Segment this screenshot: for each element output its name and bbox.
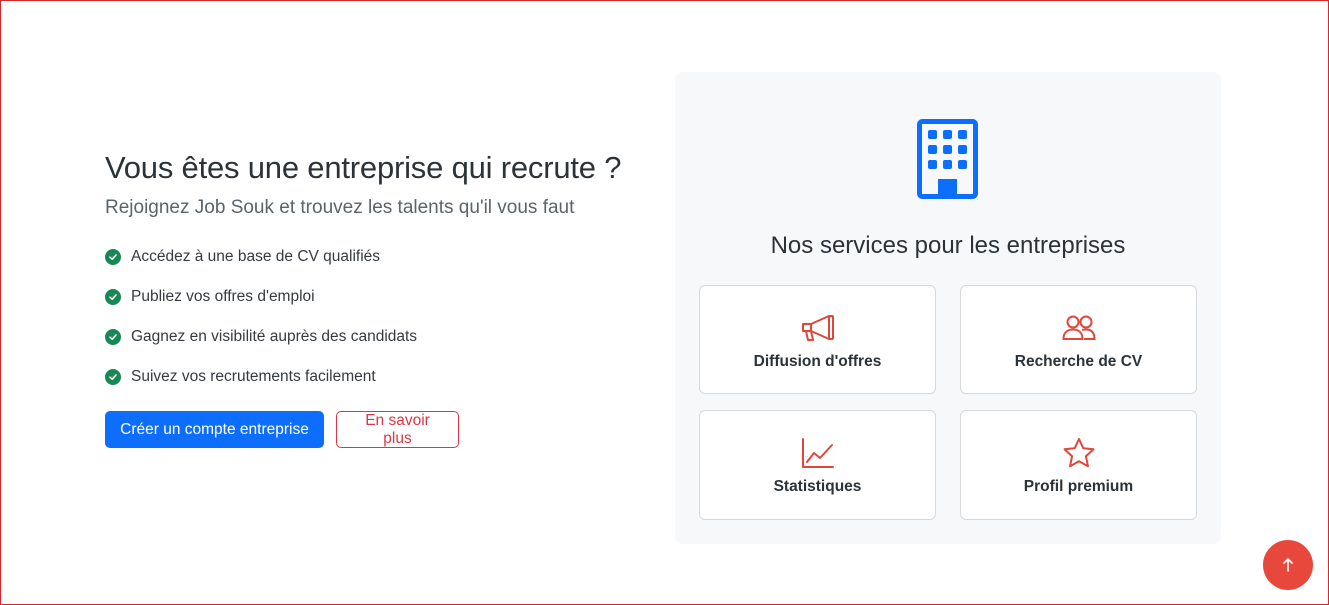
- feature-label: Gagnez en visibilité auprès des candidat…: [131, 328, 418, 345]
- service-card-premium-profile[interactable]: Profil premium: [960, 410, 1197, 520]
- services-title: Nos services pour les entreprises: [770, 232, 1126, 259]
- feature-item: Accédez à une base de CV qualifiés: [105, 247, 665, 267]
- scroll-to-top-button[interactable]: [1263, 540, 1313, 590]
- services-panel: Nos services pour les entreprises Diffus…: [675, 72, 1221, 544]
- star-icon: [1062, 437, 1096, 469]
- building-icon: [917, 119, 978, 199]
- feature-item: Publiez vos offres d'emploi: [105, 287, 665, 307]
- check-circle-icon: [105, 329, 121, 345]
- service-card-cv-search[interactable]: Recherche de CV: [960, 285, 1197, 394]
- feature-list: Accédez à une base de CV qualifiés Publi…: [105, 247, 665, 387]
- feature-label: Accédez à une base de CV qualifiés: [131, 248, 381, 265]
- megaphone-icon: [801, 312, 835, 344]
- graph-up-icon: [801, 437, 835, 469]
- check-circle-icon: [105, 249, 121, 265]
- feature-item: Suivez vos recrutements facilement: [105, 367, 665, 387]
- service-card-job-posting[interactable]: Diffusion d'offres: [699, 285, 936, 394]
- feature-label: Suivez vos recrutements facilement: [131, 368, 376, 385]
- service-card-label: Statistiques: [773, 478, 862, 495]
- learn-more-button[interactable]: En savoir plus: [336, 411, 459, 448]
- service-card-statistics[interactable]: Statistiques: [699, 410, 936, 520]
- hero-subtitle: Rejoignez Job Souk et trouvez les talent…: [105, 197, 575, 218]
- feature-item: Gagnez en visibilité auprès des candidat…: [105, 327, 665, 347]
- create-company-account-button[interactable]: Créer un compte entreprise: [105, 411, 324, 448]
- recruiter-hero: Vous êtes une entreprise qui recrute ? R…: [105, 148, 665, 448]
- hero-title: Vous êtes une entreprise qui recrute ?: [105, 150, 622, 185]
- check-circle-icon: [105, 289, 121, 305]
- service-card-label: Recherche de CV: [1014, 353, 1143, 370]
- feature-label: Publiez vos offres d'emploi: [131, 288, 315, 305]
- service-card-label: Profil premium: [1023, 478, 1134, 495]
- people-icon: [1061, 312, 1096, 344]
- hero-actions: Créer un compte entreprise En savoir plu…: [105, 411, 665, 448]
- check-circle-icon: [105, 369, 121, 385]
- arrow-up-icon: [1283, 558, 1293, 572]
- service-card-label: Diffusion d'offres: [753, 353, 882, 370]
